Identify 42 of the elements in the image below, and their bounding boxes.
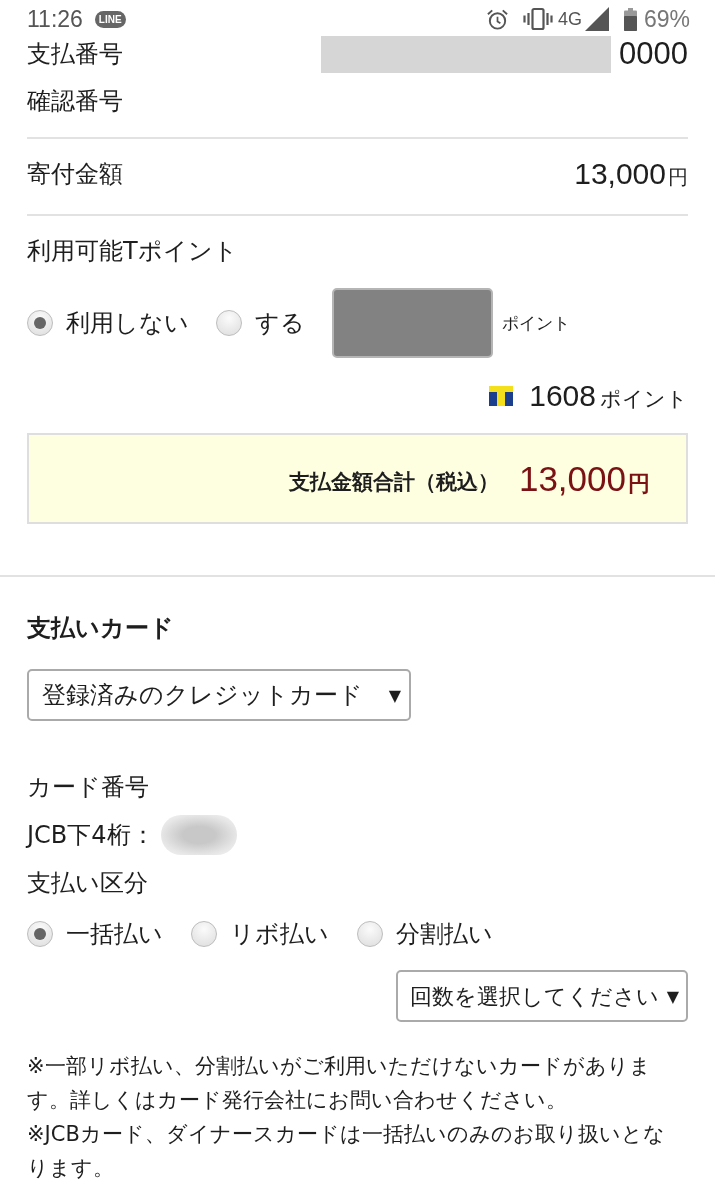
points-logo-icon [489,386,514,406]
currency-unit: 円 [628,469,650,498]
installments-select[interactable]: 回数を選択してください ▼ [396,970,688,1022]
radio-label[interactable]: する [255,307,305,339]
section-heading: 支払いカード [27,613,174,644]
unit-label: ポイント [600,386,688,413]
currency-unit: 円 [668,164,688,191]
alarm-icon [485,7,509,31]
battery-percent: 69% [643,5,690,33]
caret-icon: ▼ [388,685,401,705]
note-text: ※一部リボ払い、分割払いがご利用いただけないカードがあります。詳しくはカード発行会社にお問い合わせください。 [27,1053,652,1114]
field-label: JCB下4桁： [27,820,155,851]
field-label: 支払番号 [27,39,123,70]
caret-icon: ▼ [666,986,679,1006]
field-label: カード番号 [27,772,149,803]
field-value: 0000 [619,36,688,72]
network-type: 4G [557,8,582,30]
total-amount: 13,000 [518,458,626,499]
radio-button[interactable] [27,921,53,947]
radio-label[interactable]: 一括払い [66,918,163,950]
radio-button[interactable] [216,310,242,336]
vibrate-icon [522,7,553,31]
unit-label: ポイント [502,311,570,335]
note-text: ※JCBカード、ダイナースカードは一括払いのみのお取り扱いとなります。 [27,1121,666,1182]
battery-icon [623,7,637,31]
radio-label[interactable]: リボ払い [230,918,329,950]
card-select[interactable]: 登録済みのクレジットカード ▼ [27,669,411,721]
amount-value: 13,000 [574,157,666,191]
radio-button[interactable] [357,921,383,947]
points-balance: 1608 [529,379,596,413]
field-label: 確認番号 [27,86,123,117]
status-time: 11:26 [27,5,83,33]
field-label: 寄付金額 [27,159,123,190]
radio-label[interactable]: 分割払い [396,918,493,950]
radio-label[interactable]: 利用しない [66,307,189,339]
signal-icon [584,7,609,31]
total-label: 支払金額合計（税込） [288,468,499,496]
radio-button[interactable] [27,310,53,336]
radio-button[interactable] [191,921,217,947]
field-label: 支払い区分 [27,868,148,899]
notification-badge: LINE [94,10,126,28]
section-label: 利用可能Tポイント [27,236,238,267]
